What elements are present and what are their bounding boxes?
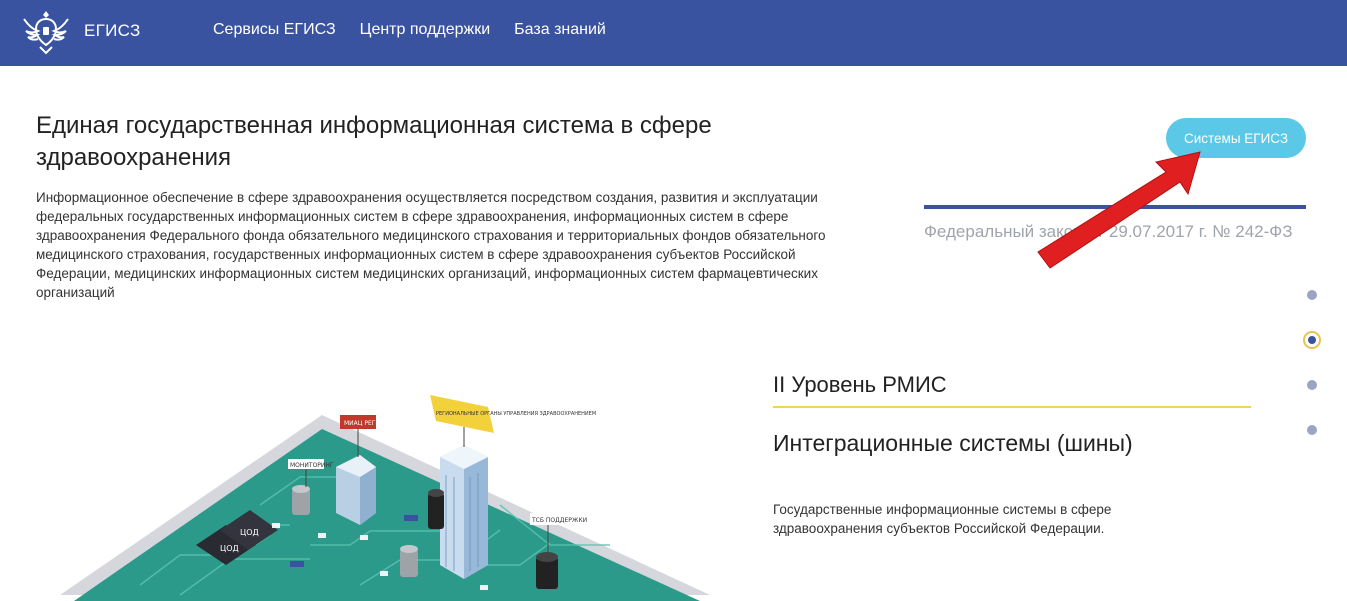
- federal-law-reference: Федеральный закон от 29.07.2017 г. № 242…: [924, 222, 1293, 241]
- page-description: Информационное обеспечение в сфере здрав…: [36, 190, 826, 300]
- integration-title: Интеграционные системы (шины): [773, 430, 1133, 456]
- capacitor-2: [400, 545, 418, 577]
- red-arrow-annotation: [1037, 151, 1201, 269]
- main-nav: Сервисы ЕГИСЗ Центр поддержки База знани…: [213, 21, 606, 39]
- nav-link-knowledge-base[interactable]: База знаний: [514, 21, 606, 39]
- capacitor-1: [292, 485, 310, 515]
- svg-text:ЦОД: ЦОД: [220, 544, 239, 553]
- section-pagination: [1300, 284, 1326, 444]
- svg-text:ЦОД: ЦОД: [240, 528, 259, 537]
- emblem-logo-icon[interactable]: [20, 7, 72, 57]
- brand-name[interactable]: ЕГИСЗ: [84, 21, 141, 41]
- systems-egisz-button[interactable]: Системы ЕГИСЗ: [1166, 118, 1306, 158]
- nav-link-services[interactable]: Сервисы ЕГИСЗ: [213, 21, 336, 39]
- pagination-dot-3[interactable]: [1307, 380, 1317, 390]
- top-navigation-bar: ЕГИСЗ Сервисы ЕГИСЗ Центр поддержки База…: [0, 0, 1347, 66]
- pagination-dot-4[interactable]: [1307, 425, 1317, 435]
- svg-text:РЕГИОНАЛЬНЫЕ ОРГАНЫ УПРАВЛЕНИЯ: РЕГИОНАЛЬНЫЕ ОРГАНЫ УПРАВЛЕНИЯ ЗДРАВООХР…: [436, 411, 596, 417]
- law-divider: [924, 205, 1306, 209]
- level-title: II Уровень РМИС: [773, 372, 947, 397]
- integration-description: Государственные информационные системы в…: [773, 502, 1112, 536]
- capacitor-3: [536, 552, 558, 589]
- isometric-circuit-illustration: ЦОД ЦОД МИАЦ РЕГИОНА РЕГИОНАЛЬНЫЕ ОРГАНЫ…: [60, 395, 710, 601]
- level-underline: [773, 406, 1251, 408]
- capacitor-4: [428, 489, 444, 529]
- pagination-dot-2-active[interactable]: [1303, 331, 1321, 349]
- svg-text:МИАЦ РЕГИОНА: МИАЦ РЕГИОНА: [344, 420, 394, 427]
- nav-link-support[interactable]: Центр поддержки: [360, 21, 491, 39]
- svg-text:МОНИТОРИНГ: МОНИТОРИНГ: [290, 462, 334, 469]
- pagination-dot-1[interactable]: [1307, 290, 1317, 300]
- svg-text:ТСБ ПОДДЕРЖКИ: ТСБ ПОДДЕРЖКИ: [531, 517, 587, 524]
- page-title: Единая государственная информационная си…: [36, 112, 712, 171]
